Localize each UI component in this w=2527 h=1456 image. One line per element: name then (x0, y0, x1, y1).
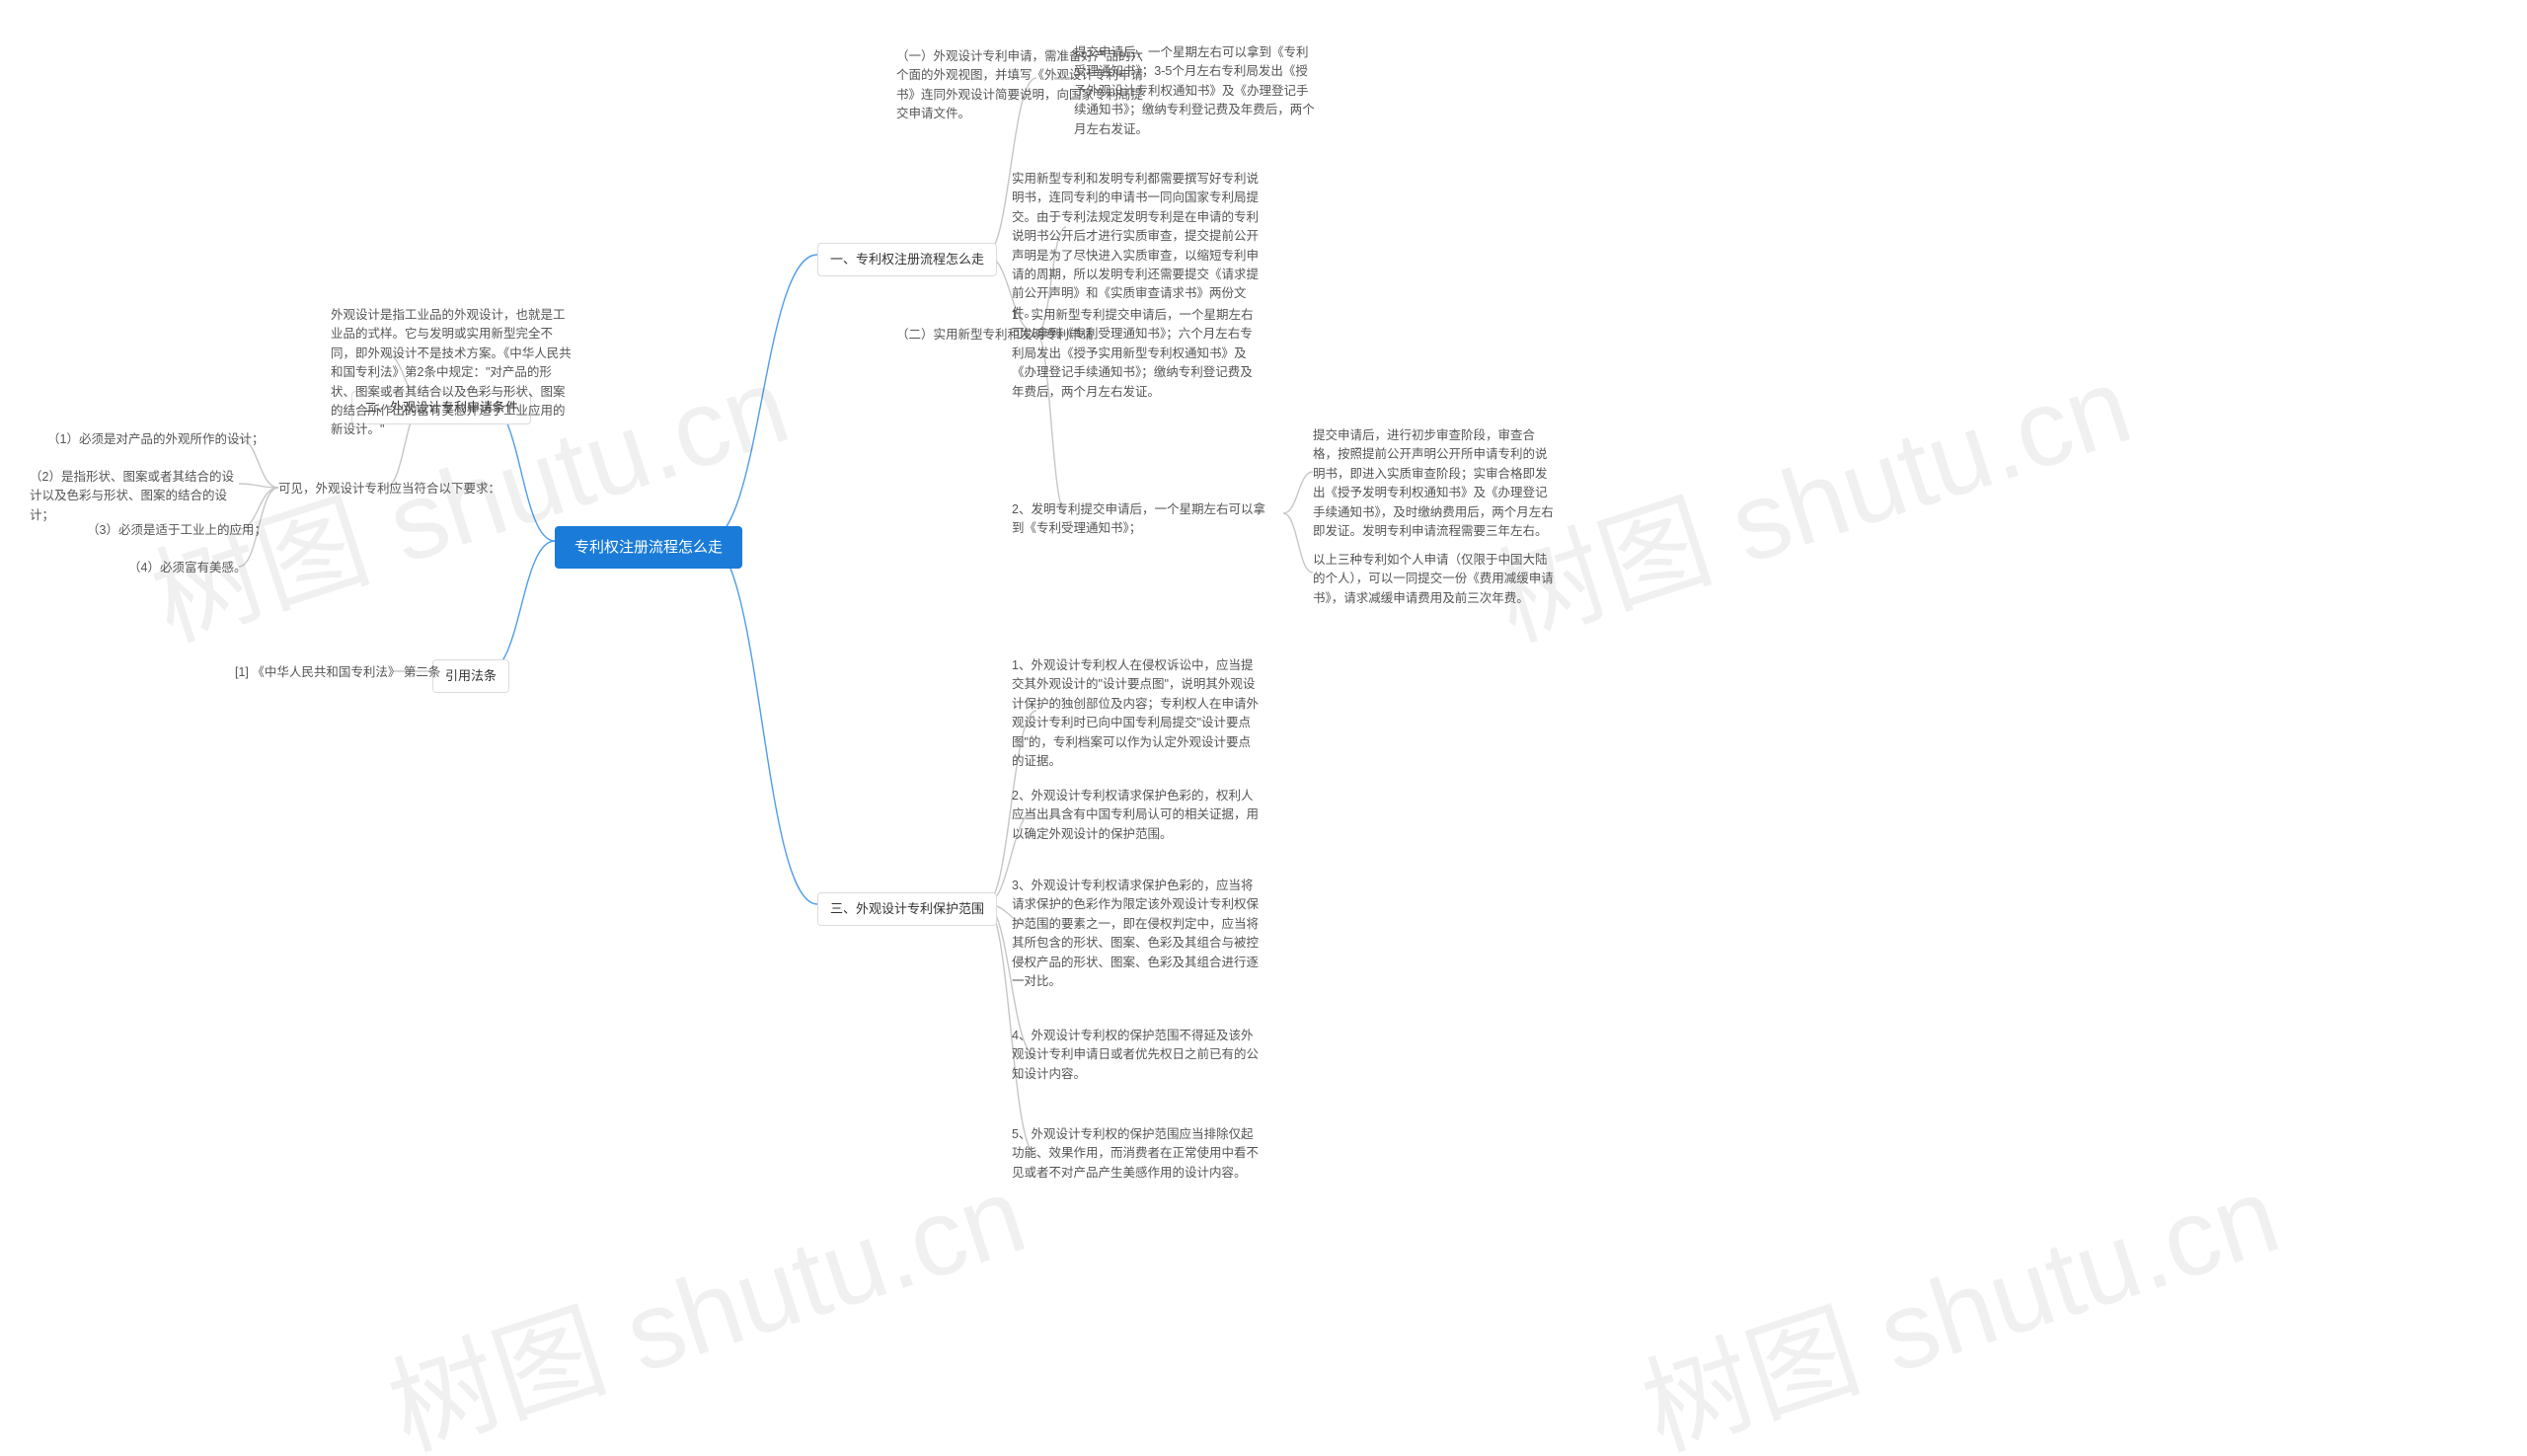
b2-r1: 外观设计是指工业品的外观设计，也就是工业品的式样。它与发明或实用新型完全不同，即… (331, 306, 573, 440)
connector-overlay (0, 0, 2527, 1456)
b1-child-1-right: 提交申请后，一个星期左右可以拿到《专利受理通知书》；3-5个月左右专利局发出《授… (1074, 43, 1316, 139)
b2-r2-c1: （1）必须是对产品的外观所作的设计； (47, 430, 264, 449)
branch-1[interactable]: 一、专利权注册流程怎么走 (817, 243, 997, 276)
watermark: 树图 shutu.cn (1621, 1126, 2295, 1456)
b1-child-2-r1: 实用新型专利和发明专利都需要撰写好专利说明书，连同专利的申请书一同向国家专利局提… (1012, 170, 1259, 323)
b2-r2-c3: （3）必须是适于工业上的应用； (87, 521, 267, 540)
b1-child-2-r3b: 以上三种专利如个人申请（仅限于中国大陆的个人），可以一同提交一份《费用减缓申请书… (1313, 551, 1555, 608)
b2-r2-c4: （4）必须富有美感。 (128, 559, 246, 577)
b4-r1: 1、外观设计专利权人在侵权诉讼中，应当提交其外观设计的"设计要点图"，说明其外观… (1012, 656, 1259, 771)
b4-r3: 3、外观设计专利权请求保护色彩的，应当将请求保护的色彩作为限定该外观设计专利权保… (1012, 877, 1259, 991)
connector-layer (0, 0, 2527, 1456)
b1-child-2-r3: 2、发明专利提交申请后，一个星期左右可以拿到《专利受理通知书》； (1012, 500, 1268, 539)
branch-3[interactable]: 引用法条 (432, 659, 509, 693)
watermark: 树图 shutu.cn (1473, 317, 2147, 670)
b1-child-2-r2: 1、实用新型专利提交申请后，一个星期左右可以拿到《专利受理通知书》；六个月左右专… (1012, 306, 1259, 402)
b1-child-2-r3a: 提交申请后，进行初步审查阶段，审查合格，按照提前公开声明公开所申请专利的说明书，… (1313, 426, 1555, 541)
branch-4[interactable]: 三、外观设计专利保护范围 (817, 892, 997, 926)
b2-r2: 可见，外观设计专利应当符合以下要求： (278, 480, 500, 498)
b3-r1: [1] 《中华人民共和国专利法》 第二条 (235, 663, 440, 682)
watermark: 树图 shutu.cn (367, 1126, 1041, 1456)
root-node[interactable]: 专利权注册流程怎么走 (555, 526, 742, 569)
b2-r2-c2: （2）是指形状、图案或者其结合的设计以及色彩与形状、图案的结合的设计； (30, 468, 242, 525)
b4-r4: 4、外观设计专利权的保护范围不得延及该外观设计专利申请日或者优先权日之前已有的公… (1012, 1027, 1259, 1084)
b4-r5: 5、外观设计专利权的保护范围应当排除仅起功能、效果作用，而消费者在正常使用中看不… (1012, 1125, 1259, 1183)
b4-r2: 2、外观设计专利权请求保护色彩的，权利人应当出具含有中国专利局认可的相关证据，用… (1012, 787, 1259, 844)
